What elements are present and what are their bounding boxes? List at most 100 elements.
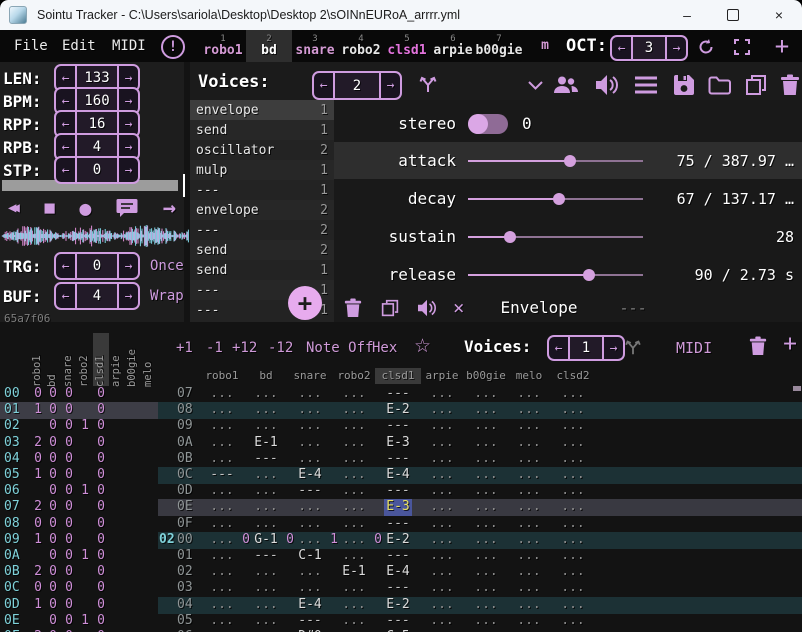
order-cell[interactable]: 0 [62,597,76,613]
note-cell[interactable]: ... [252,597,280,613]
note-off-button[interactable]: Note Off [306,338,373,358]
voices-stepper-decrement[interactable]: ← [314,73,333,98]
note-cell[interactable]: ... [559,418,587,434]
copy-icon[interactable] [743,72,769,98]
note-cell[interactable]: ... [428,451,456,467]
follow-arrow-icon[interactable]: → [163,196,176,221]
order-cell[interactable]: 2 [31,499,45,515]
sustain-slider[interactable] [468,230,643,244]
tab-arpie[interactable]: 6arpie [430,30,476,62]
order-cell[interactable]: 0 [46,467,60,483]
octave-stepper-increment[interactable]: → [667,37,686,59]
attack-slider[interactable] [468,154,643,168]
note-cell[interactable]: ... [515,418,543,434]
decay-slider-handle[interactable] [553,193,565,205]
note-cell[interactable]: ... [296,418,324,434]
order-cell[interactable]: 0 [94,597,108,613]
note-cell[interactable]: ... [428,402,456,418]
note-cell[interactable]: ... [472,467,500,483]
note-cell[interactable]: C-1 [296,548,324,564]
note-cell[interactable]: ... [208,451,236,467]
order-cell[interactable]: 0 [46,499,60,515]
track-header-clsd1[interactable]: clsd1 [375,369,421,382]
note-cell[interactable]: ... [296,386,324,402]
order-cell[interactable]: 0 [94,435,108,451]
sustain-slider-handle[interactable] [504,231,516,243]
note-cell[interactable]: ... [559,532,587,548]
note-cell[interactable]: ... [559,548,587,564]
note-cell[interactable]: ... [472,548,500,564]
note-cell[interactable]: --- [296,483,324,499]
note-cell[interactable]: ... [559,564,587,580]
semitone-down-button[interactable]: -1 [206,338,223,358]
note-cell[interactable]: ... [252,402,280,418]
copy-unit-icon[interactable] [379,297,401,319]
note-cell[interactable]: E-2 [384,597,412,613]
note-cell[interactable]: ... [428,516,456,532]
note-cell[interactable]: ... [252,580,280,596]
note-cell[interactable]: ... [428,548,456,564]
order-cell[interactable]: 0 [62,613,76,629]
note-cell[interactable]: ... [208,386,236,402]
note-cell[interactable]: ... [559,516,587,532]
minimize-button[interactable]: – [664,0,710,30]
note-cell[interactable]: ... [472,532,500,548]
open-folder-icon[interactable] [707,72,733,98]
note-cell[interactable]: ... [340,483,368,499]
semitone-up-button[interactable]: +1 [176,338,193,358]
order-cell[interactable]: 0 [46,597,60,613]
track-header-clsd2[interactable]: clsd2 [550,369,596,382]
track-voices-stepper-increment[interactable]: → [604,337,623,359]
fullscreen-icon[interactable] [733,38,751,56]
note-cell[interactable]: ... [428,467,456,483]
order-cell[interactable]: 0 [62,467,76,483]
note-cell[interactable]: ... [296,564,324,580]
unit-row-empty[interactable]: ---2 [190,220,334,240]
note-cell[interactable]: --- [296,613,324,629]
note-cell[interactable]: ... [515,580,543,596]
order-cell[interactable]: 0 [94,499,108,515]
order-cell[interactable]: 0 [62,386,76,402]
note-cell[interactable]: ... [208,418,236,434]
note-cell[interactable]: ... [472,483,500,499]
note-cell[interactable]: ... [428,532,456,548]
unit-row-send[interactable]: send1 [190,260,334,280]
trg-stepper-value[interactable]: 0 [75,254,119,278]
note-cell[interactable]: ... [472,402,500,418]
note-cell[interactable]: ... [559,467,587,483]
note-cell[interactable]: ... [208,402,236,418]
order-cell[interactable]: 0 [46,402,60,418]
order-cell[interactable]: 0 [46,516,60,532]
midi-button[interactable]: MIDI [676,338,712,358]
order-cell[interactable]: 0 [46,435,60,451]
voices-stepper-value[interactable]: 2 [333,73,381,98]
order-cell[interactable]: 0 [46,386,60,402]
note-cell[interactable]: E-1 [340,564,368,580]
comment-icon[interactable] [116,198,138,218]
note-cell[interactable]: ... [252,516,280,532]
note-cell[interactable]: ... [340,467,368,483]
track-header-bd[interactable]: bd [243,369,289,382]
tab-bd[interactable]: 2bd [246,30,292,62]
note-cell[interactable]: ... [559,499,587,515]
note-cell[interactable]: ... [208,516,236,532]
add-instrument-icon[interactable]: + [770,34,794,58]
note-cell[interactable]: --- [252,548,280,564]
note-cell[interactable]: ... [472,597,500,613]
order-cell[interactable]: 2 [31,564,45,580]
order-cell[interactable]: 1 [78,418,92,434]
note-cell[interactable]: E-2 [384,402,412,418]
order-cell[interactable]: 0 [46,613,60,629]
note-cell[interactable]: --- [384,613,412,629]
note-cell[interactable]: ... [428,418,456,434]
unit-speaker-icon[interactable] [416,297,438,319]
note-cell[interactable]: E-2 [384,532,412,548]
delete-unit-icon[interactable] [342,297,364,319]
order-cell[interactable]: 1 [78,548,92,564]
order-cell[interactable]: 0 [62,499,76,515]
note-cell[interactable]: ... [472,516,500,532]
track-header-snare[interactable]: snare [287,369,333,382]
order-cell[interactable]: 0 [62,418,76,434]
unit-row-envelope[interactable]: envelope2 [190,200,334,220]
decay-slider[interactable] [468,192,643,206]
